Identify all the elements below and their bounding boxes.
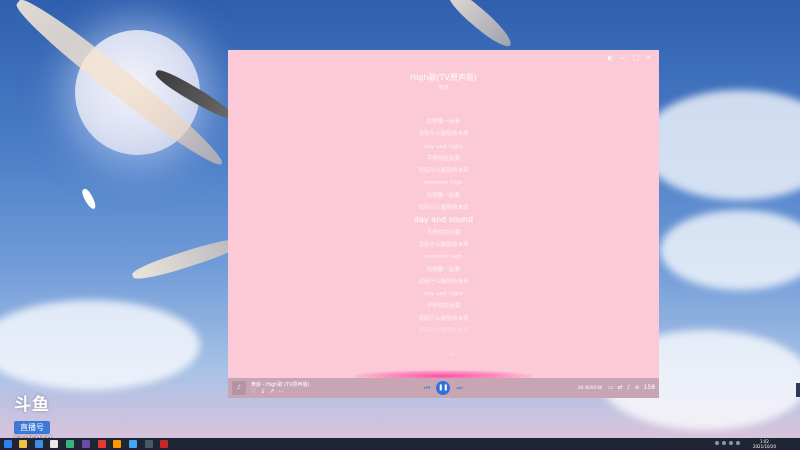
lyric-line[interactable]: 没有什么能阻挡未来	[228, 276, 659, 288]
file-explorer-icon[interactable]	[19, 440, 27, 448]
lyrics-toggle-icon[interactable]: ▭	[608, 384, 614, 391]
taskbar: 1:02 2021/10/20	[0, 438, 800, 450]
next-icon[interactable]: ⏭	[456, 384, 462, 393]
playback-time: 00:46/04:06	[578, 385, 603, 390]
skin-icon[interactable]: ◐	[607, 54, 613, 62]
song-artist[interactable]: 黄龄	[228, 84, 659, 91]
lyric-line[interactable]: 不停的在玩耍	[228, 227, 659, 239]
window-controls: ◐ — □ ✕	[607, 54, 651, 62]
lyric-line[interactable]: 没有什么能阻挡未来	[228, 202, 659, 214]
lyric-line[interactable]: moment high	[228, 177, 659, 189]
current-song-label[interactable]: 黄龄 - High歌 (TV原声版)	[251, 381, 309, 388]
app-icon[interactable]	[160, 440, 168, 448]
system-tray[interactable]	[715, 441, 740, 445]
watermark-badge: 直播号	[14, 421, 50, 434]
lyric-line[interactable]: 没有什么能阻挡未来	[228, 313, 659, 325]
cloud	[640, 90, 800, 200]
lyric-line[interactable]: 在想要一起看	[228, 190, 659, 202]
lyric-line[interactable]: day and night	[228, 288, 659, 300]
maximize-icon[interactable]: □	[633, 54, 640, 62]
minimize-icon[interactable]: —	[620, 54, 627, 62]
control-bar-right: ▭ ⇄ ♪ ≡ 158	[608, 384, 655, 391]
app-icon[interactable]	[129, 440, 137, 448]
feather	[80, 187, 98, 211]
lyric-line[interactable]: day and night	[228, 141, 659, 153]
pause-button[interactable]: ❚❚	[436, 381, 451, 395]
playlist-icon[interactable]: ≡	[635, 384, 640, 391]
app-icon[interactable]	[113, 440, 121, 448]
start-icon[interactable]	[4, 440, 12, 448]
download-icon[interactable]: ↓	[260, 389, 265, 395]
lyric-line[interactable]: 没有什么能阻挡未来	[228, 128, 659, 140]
feather	[443, 0, 517, 52]
share-icon[interactable]: ↗	[269, 389, 274, 395]
lyric-line[interactable]: 不停的在玩耍	[228, 153, 659, 165]
control-bar: ♪ 黄龄 - High歌 (TV原声版) ♡ ↓ ↗ ⋯ ⏮ ❚❚ ⏭ 00:4…	[228, 378, 659, 398]
terminal-icon[interactable]	[66, 440, 74, 448]
playback-controls: ⏮ ❚❚ ⏭	[424, 381, 463, 395]
music-player-window: ◐ — □ ✕ High歌(TV原声版) 黄龄 在想要一起看 没有什么能阻挡未来 d…	[228, 50, 659, 398]
lyric-line-active[interactable]: day and sound	[228, 214, 659, 226]
lyric-line[interactable]: 不停的在玩耍	[228, 300, 659, 312]
cloud	[0, 300, 200, 390]
volume-icon[interactable]: ♪	[627, 384, 631, 391]
app-icon[interactable]	[82, 440, 90, 448]
loop-mode-icon[interactable]: ⇄	[618, 384, 623, 391]
lyric-line[interactable]: 在想要一起看	[228, 264, 659, 276]
taskbar-clock[interactable]: 1:02 2021/10/20	[753, 439, 776, 449]
song-title: High歌(TV原声版)	[410, 73, 477, 82]
more-icon[interactable]: ⋯	[278, 389, 284, 395]
side-dock-handle[interactable]	[796, 383, 800, 397]
close-icon[interactable]: ✕	[645, 54, 651, 62]
lyric-line[interactable]: moment high	[228, 251, 659, 263]
watermark-logo: 斗鱼	[14, 395, 50, 415]
clock-date: 2021/10/20	[752, 444, 776, 449]
previous-icon[interactable]: ⏮	[424, 384, 430, 393]
lyric-line[interactable]: 没有什么能阻挡未来	[228, 325, 659, 337]
scroll-down-icon[interactable]: ⌄	[448, 349, 454, 357]
album-cover[interactable]: ♪	[232, 381, 246, 395]
edge-icon[interactable]	[35, 440, 43, 448]
like-icon[interactable]: ♡	[251, 389, 256, 395]
netease-music-icon[interactable]	[98, 440, 106, 448]
lyrics-panel[interactable]: 在想要一起看 没有什么能阻挡未来 day and night 不停的在玩耍 没有什么能阻…	[228, 116, 659, 337]
app-icon[interactable]	[145, 440, 153, 448]
douyu-watermark: 斗鱼 直播号 6636060	[14, 390, 52, 438]
song-actions: ♡ ↓ ↗ ⋯	[251, 389, 284, 395]
chrome-icon[interactable]	[50, 440, 58, 448]
lyric-line[interactable]: 没有什么能阻挡未来	[228, 165, 659, 177]
cloud	[660, 210, 800, 290]
playlist-count[interactable]: 158	[644, 384, 655, 391]
lyric-line[interactable]: 在想要一起看	[228, 116, 659, 128]
lyric-line[interactable]: 没有什么能阻挡未来	[228, 239, 659, 251]
